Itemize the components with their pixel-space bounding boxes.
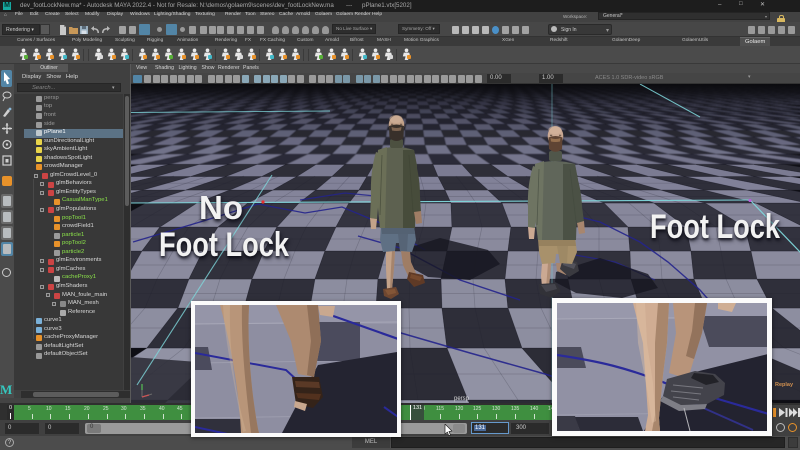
svg-text:Replay: Replay: [775, 382, 794, 388]
svg-text:persp: persp: [454, 396, 470, 402]
